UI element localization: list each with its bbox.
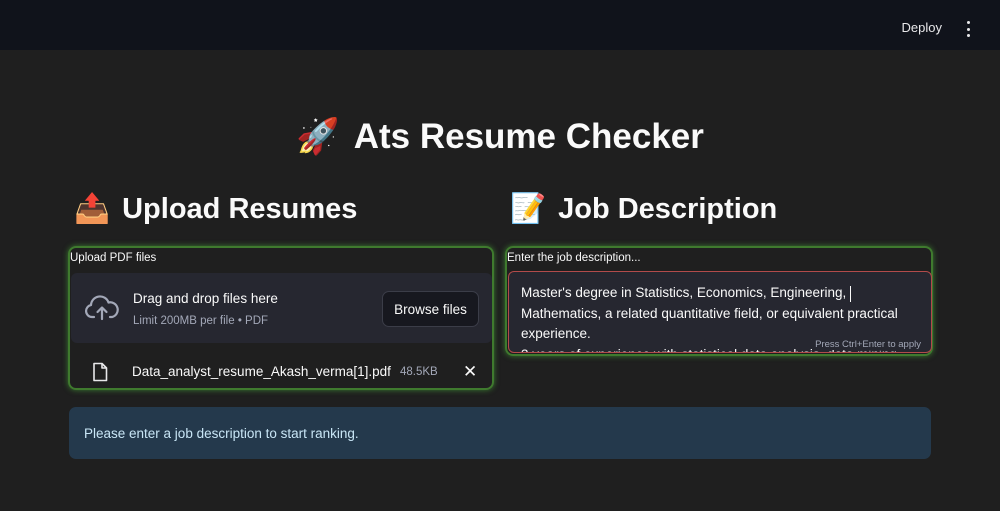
job-description-textarea[interactable]: Master's degree in Statistics, Economics… <box>508 271 932 353</box>
page-title-text: Ats Resume Checker <box>353 116 704 156</box>
remove-file-icon[interactable]: ✕ <box>463 362 477 382</box>
cloud-upload-icon <box>85 295 119 321</box>
dropzone-limit-text: Limit 200MB per file • PDF <box>133 315 269 327</box>
info-alert: Please enter a job description to start … <box>69 407 931 459</box>
upload-field-label: Upload PDF files <box>70 252 157 264</box>
upload-heading: 📤 Upload Resumes <box>74 192 357 226</box>
uploaded-file-name: Data_analyst_resume_Akash_verma[1].pdf <box>132 364 391 379</box>
info-alert-message: Please enter a job description to start … <box>84 426 359 441</box>
upload-heading-text: Upload Resumes <box>122 192 358 225</box>
outbox-tray-icon: 📤 <box>74 193 111 225</box>
uploaded-file-row: Data_analyst_resume_Akash_verma[1].pdf 4… <box>70 356 492 386</box>
rocket-icon: 🚀 <box>296 117 340 156</box>
more-options-icon[interactable] <box>964 21 972 37</box>
file-uploader: Upload PDF files Drag and drop files her… <box>68 246 494 390</box>
browse-files-button[interactable]: Browse files <box>382 291 479 327</box>
deploy-button[interactable]: Deploy <box>902 20 942 35</box>
dropzone-instructions: Drag and drop files here <box>133 291 278 306</box>
file-icon <box>93 362 108 382</box>
job-description-input-panel: Enter the job description... Master's de… <box>505 246 933 356</box>
page-title: 🚀 Ats Resume Checker <box>0 116 1000 157</box>
top-bar: Deploy <box>0 0 1000 50</box>
memo-icon: 📝 <box>510 193 547 225</box>
text-caret <box>850 286 851 302</box>
job-description-label: Enter the job description... <box>507 252 641 264</box>
job-description-heading: 📝 Job Description <box>510 192 777 226</box>
job-description-heading-text: Job Description <box>558 192 778 225</box>
uploaded-file-size: 48.5KB <box>400 366 438 378</box>
apply-shortcut-hint: Press Ctrl+Enter to apply <box>813 339 923 350</box>
file-dropzone[interactable]: Drag and drop files here Limit 200MB per… <box>71 273 492 343</box>
